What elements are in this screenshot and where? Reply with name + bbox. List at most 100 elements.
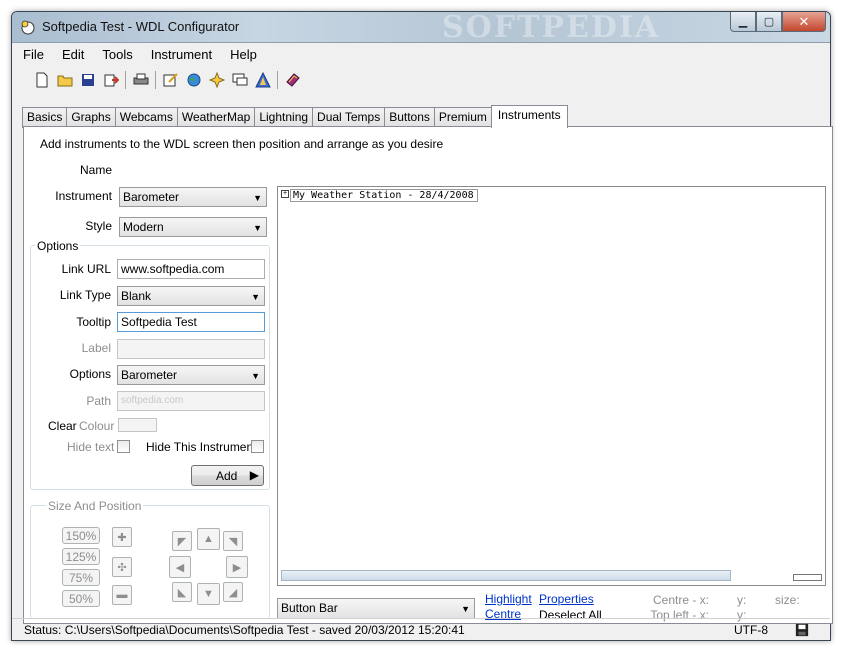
centre-x-label: Centre - x: bbox=[652, 593, 709, 607]
add-button-label: Add bbox=[216, 468, 238, 483]
zoom-150-button[interactable]: 150% bbox=[62, 527, 100, 544]
hide-text-checkbox[interactable] bbox=[117, 440, 130, 453]
tab-instruments[interactable]: Instruments bbox=[490, 105, 568, 128]
label-input[interactable] bbox=[117, 339, 265, 359]
link-type-select[interactable]: Blank ▼ bbox=[117, 286, 265, 306]
status-text: Status: C:\Users\Softpedia\Documents\Sof… bbox=[24, 622, 465, 637]
arrow-down-right-icon[interactable]: ◢ bbox=[223, 582, 243, 602]
edit-icon[interactable] bbox=[159, 69, 182, 91]
title-bar[interactable]: Softpedia Test - WDL Configurator SOFTPE… bbox=[12, 10, 830, 45]
instructions-text: Add instruments to the WDL screen then p… bbox=[40, 137, 444, 151]
save-icon[interactable] bbox=[76, 69, 99, 91]
status-bar: Status: C:\Users\Softpedia\Documents\Sof… bbox=[12, 618, 830, 640]
menu-help[interactable]: Help bbox=[221, 44, 266, 66]
menu-edit[interactable]: Edit bbox=[53, 44, 93, 66]
print-icon[interactable] bbox=[129, 69, 152, 91]
close-button[interactable]: ✕ bbox=[782, 12, 826, 32]
triangle-icon[interactable] bbox=[251, 69, 274, 91]
arrow-right-icon[interactable]: ▶ bbox=[226, 556, 248, 578]
book-icon[interactable] bbox=[281, 69, 304, 91]
tab-weathermap[interactable]: WeatherMap bbox=[176, 107, 256, 128]
colour-swatch[interactable] bbox=[118, 418, 157, 432]
center-move-icon[interactable]: ✣ bbox=[112, 557, 132, 577]
new-file-icon[interactable] bbox=[30, 69, 53, 91]
link-url-label: Link URL bbox=[61, 262, 111, 276]
button-bar-select-value: Button Bar bbox=[281, 601, 338, 615]
arrow-left-icon[interactable]: ◀ bbox=[169, 556, 191, 578]
station-expand-icon[interactable]: + bbox=[281, 190, 289, 198]
export-icon[interactable] bbox=[99, 69, 122, 91]
arrow-down-left-icon[interactable]: ◣ bbox=[172, 582, 192, 602]
canvas-mini-button[interactable] bbox=[793, 574, 822, 581]
tooltip-input[interactable]: Softpedia Test bbox=[117, 312, 265, 332]
maximize-button[interactable]: ▢ bbox=[756, 12, 782, 32]
options-label: Options bbox=[69, 367, 111, 381]
station-label[interactable]: My Weather Station - 28/4/2008 bbox=[290, 189, 478, 202]
minimize-button[interactable]: ▁ bbox=[730, 12, 756, 32]
chat-icon[interactable] bbox=[228, 69, 251, 91]
window-title: Softpedia Test - WDL Configurator bbox=[42, 19, 240, 34]
save-icon[interactable] bbox=[795, 623, 809, 637]
clear-label[interactable]: Clear bbox=[48, 419, 77, 433]
canvas-scrollbar[interactable] bbox=[281, 570, 731, 581]
tab-lightning[interactable]: Lightning bbox=[254, 107, 314, 128]
instrument-select[interactable]: Barometer ▼ bbox=[119, 187, 267, 207]
app-icon bbox=[21, 20, 35, 35]
options-select-value: Barometer bbox=[121, 368, 178, 382]
main-window: Softpedia Test - WDL Configurator SOFTPE… bbox=[11, 10, 833, 641]
centre-y-label: y: bbox=[737, 593, 747, 607]
link-type-select-value: Blank bbox=[121, 289, 152, 303]
chevron-down-icon: ▼ bbox=[251, 292, 260, 302]
arrow-up-icon[interactable]: ▲ bbox=[197, 528, 220, 550]
tab-buttons[interactable]: Buttons bbox=[384, 107, 435, 128]
hide-instrument-checkbox[interactable] bbox=[251, 440, 264, 453]
zoom-75-button[interactable]: 75% bbox=[62, 569, 100, 586]
arrow-down-icon[interactable]: ▼ bbox=[197, 583, 220, 605]
chevron-down-icon: ▼ bbox=[251, 371, 260, 381]
size-position-title: Size And Position bbox=[46, 499, 144, 513]
tab-dual-temps[interactable]: Dual Temps bbox=[312, 107, 386, 128]
arrow-up-right-icon[interactable]: ◥ bbox=[223, 531, 243, 551]
tab-webcams[interactable]: Webcams bbox=[114, 107, 178, 128]
open-folder-icon[interactable] bbox=[53, 69, 76, 91]
label-label: Label bbox=[81, 341, 111, 355]
menu-file[interactable]: File bbox=[14, 44, 53, 66]
wdl-canvas[interactable]: + My Weather Station - 28/4/2008 bbox=[277, 186, 826, 586]
style-select-value: Modern bbox=[123, 220, 164, 234]
tab-graphs[interactable]: Graphs bbox=[66, 107, 116, 128]
tab-strip: Basics Graphs Webcams WeatherMap Lightni… bbox=[22, 105, 568, 128]
properties-link[interactable]: Properties bbox=[539, 592, 594, 606]
chevron-down-icon: ▼ bbox=[253, 193, 262, 203]
menu-instrument[interactable]: Instrument bbox=[142, 44, 221, 66]
play-arrow-icon: ▶ bbox=[249, 468, 259, 482]
tab-premium[interactable]: Premium bbox=[433, 107, 492, 128]
plus-icon[interactable]: ✚ bbox=[112, 527, 132, 547]
hide-text-label: Hide text bbox=[67, 440, 115, 454]
size-label: size: bbox=[775, 593, 800, 607]
menu-tools[interactable]: Tools bbox=[93, 44, 141, 66]
zoom-125-button[interactable]: 125% bbox=[62, 548, 100, 565]
add-button[interactable]: Add ▶ bbox=[191, 465, 264, 486]
path-label: Path bbox=[86, 394, 111, 408]
options-select[interactable]: Barometer ▼ bbox=[117, 365, 265, 385]
instrument-label: Instrument bbox=[55, 189, 112, 203]
globe-icon[interactable] bbox=[182, 69, 205, 91]
chevron-down-icon: ▼ bbox=[253, 223, 262, 233]
hide-instrument-label: Hide This Instrument bbox=[146, 440, 257, 454]
minus-icon[interactable]: ▬ bbox=[112, 585, 132, 605]
button-bar-select[interactable]: Button Bar ▼ bbox=[277, 598, 475, 619]
style-select[interactable]: Modern ▼ bbox=[119, 217, 267, 237]
name-label: Name bbox=[79, 163, 112, 177]
chevron-down-icon: ▼ bbox=[461, 604, 470, 614]
arrow-up-left-icon[interactable]: ◤ bbox=[172, 531, 192, 551]
path-input[interactable]: softpedia.com bbox=[117, 391, 265, 411]
menu-bar: File Edit Tools Instrument Help bbox=[14, 44, 828, 66]
sparkle-icon[interactable] bbox=[205, 69, 228, 91]
toolbar bbox=[14, 67, 828, 93]
encoding-label: UTF-8 bbox=[734, 622, 768, 637]
highlight-link[interactable]: Highlight bbox=[485, 592, 532, 606]
tab-basics[interactable]: Basics bbox=[22, 107, 68, 128]
style-label: Style bbox=[85, 219, 112, 233]
zoom-50-button[interactable]: 50% bbox=[62, 590, 100, 607]
link-url-input[interactable]: www.softpedia.com bbox=[117, 259, 265, 279]
